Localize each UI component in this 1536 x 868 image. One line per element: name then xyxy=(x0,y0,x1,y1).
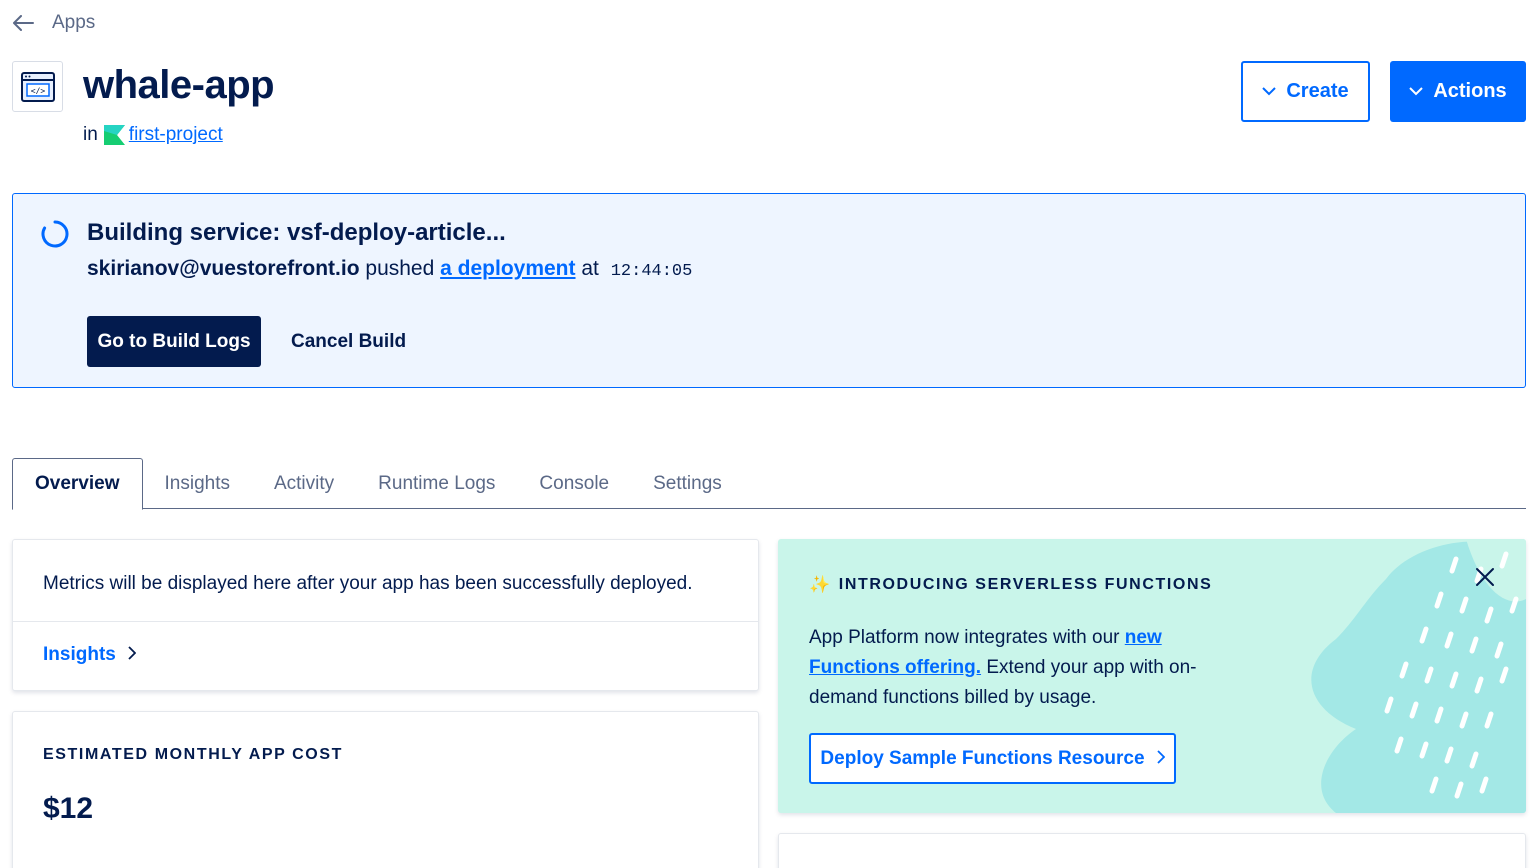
tab-console[interactable]: Console xyxy=(517,458,631,509)
create-button[interactable]: Create xyxy=(1241,61,1370,122)
create-button-label: Create xyxy=(1286,80,1349,102)
metrics-card: Metrics will be displayed here after you… xyxy=(12,539,759,691)
app-title: whale-app xyxy=(83,63,275,107)
build-title: Building service: vsf-deploy-article... xyxy=(87,219,506,246)
deploy-sample-label: Deploy Sample Functions Resource xyxy=(820,747,1145,769)
chevron-right-icon xyxy=(128,644,137,666)
tab-runtime-logs[interactable]: Runtime Logs xyxy=(356,458,517,509)
breadcrumb-apps-link[interactable]: Apps xyxy=(52,12,95,34)
cost-value: $12 xyxy=(43,792,94,825)
insights-link[interactable]: Insights xyxy=(43,644,137,666)
deployment-link[interactable]: a deployment xyxy=(440,257,575,280)
serverless-promo-card: ✨ INTRODUCING SERVERLESS FUNCTIONS App P… xyxy=(778,539,1526,813)
build-details: skirianov@vuestorefront.io pushed a depl… xyxy=(87,257,692,281)
insights-link-label: Insights xyxy=(43,644,116,665)
chevron-down-icon xyxy=(1262,87,1277,96)
promo-heading-text: INTRODUCING SERVERLESS FUNCTIONS xyxy=(838,576,1213,593)
breadcrumb: Apps xyxy=(12,8,95,38)
build-time: 12:44:05 xyxy=(610,262,693,281)
at-text: at xyxy=(581,257,599,280)
go-to-build-logs-button[interactable]: Go to Build Logs xyxy=(87,316,261,367)
project-link[interactable]: first-project xyxy=(129,124,223,146)
promo-body-start: App Platform now integrates with our xyxy=(809,627,1125,648)
build-status-banner: Building service: vsf-deploy-article... … xyxy=(12,193,1526,388)
pushed-text: pushed xyxy=(365,257,435,280)
build-user: skirianov@vuestorefront.io xyxy=(87,257,360,280)
promo-body: App Platform now integrates with our new… xyxy=(809,623,1229,713)
cancel-build-button[interactable]: Cancel Build xyxy=(291,316,406,367)
project-flag-icon xyxy=(103,125,125,145)
deploy-sample-functions-button[interactable]: Deploy Sample Functions Resource xyxy=(809,733,1176,784)
code-window-icon: </> xyxy=(12,61,63,112)
actions-button-label: Actions xyxy=(1433,80,1507,102)
in-label: in xyxy=(83,124,98,145)
secondary-card xyxy=(778,833,1526,868)
metrics-message: Metrics will be displayed here after you… xyxy=(43,573,693,594)
promo-heading: ✨ INTRODUCING SERVERLESS FUNCTIONS xyxy=(809,575,1212,595)
chevron-right-icon xyxy=(1156,748,1165,770)
spinner-icon xyxy=(41,220,69,248)
sparkle-icon: ✨ xyxy=(809,575,832,594)
chevron-down-icon xyxy=(1409,87,1424,96)
cost-label: ESTIMATED MONTHLY APP COST xyxy=(43,746,343,763)
tab-settings[interactable]: Settings xyxy=(631,458,744,509)
actions-button[interactable]: Actions xyxy=(1390,61,1526,122)
cost-card: ESTIMATED MONTHLY APP COST $12 xyxy=(12,711,759,868)
divider xyxy=(13,621,758,622)
arrow-left-icon[interactable] xyxy=(12,15,34,31)
tab-insights[interactable]: Insights xyxy=(143,458,252,509)
tab-overview[interactable]: Overview xyxy=(12,458,143,510)
svg-text:</>: </> xyxy=(30,86,45,95)
tab-bar: Overview Insights Activity Runtime Logs … xyxy=(12,458,1526,510)
close-icon[interactable] xyxy=(1474,566,1496,588)
tab-activity[interactable]: Activity xyxy=(252,458,356,509)
project-line: in first-project xyxy=(83,124,223,146)
